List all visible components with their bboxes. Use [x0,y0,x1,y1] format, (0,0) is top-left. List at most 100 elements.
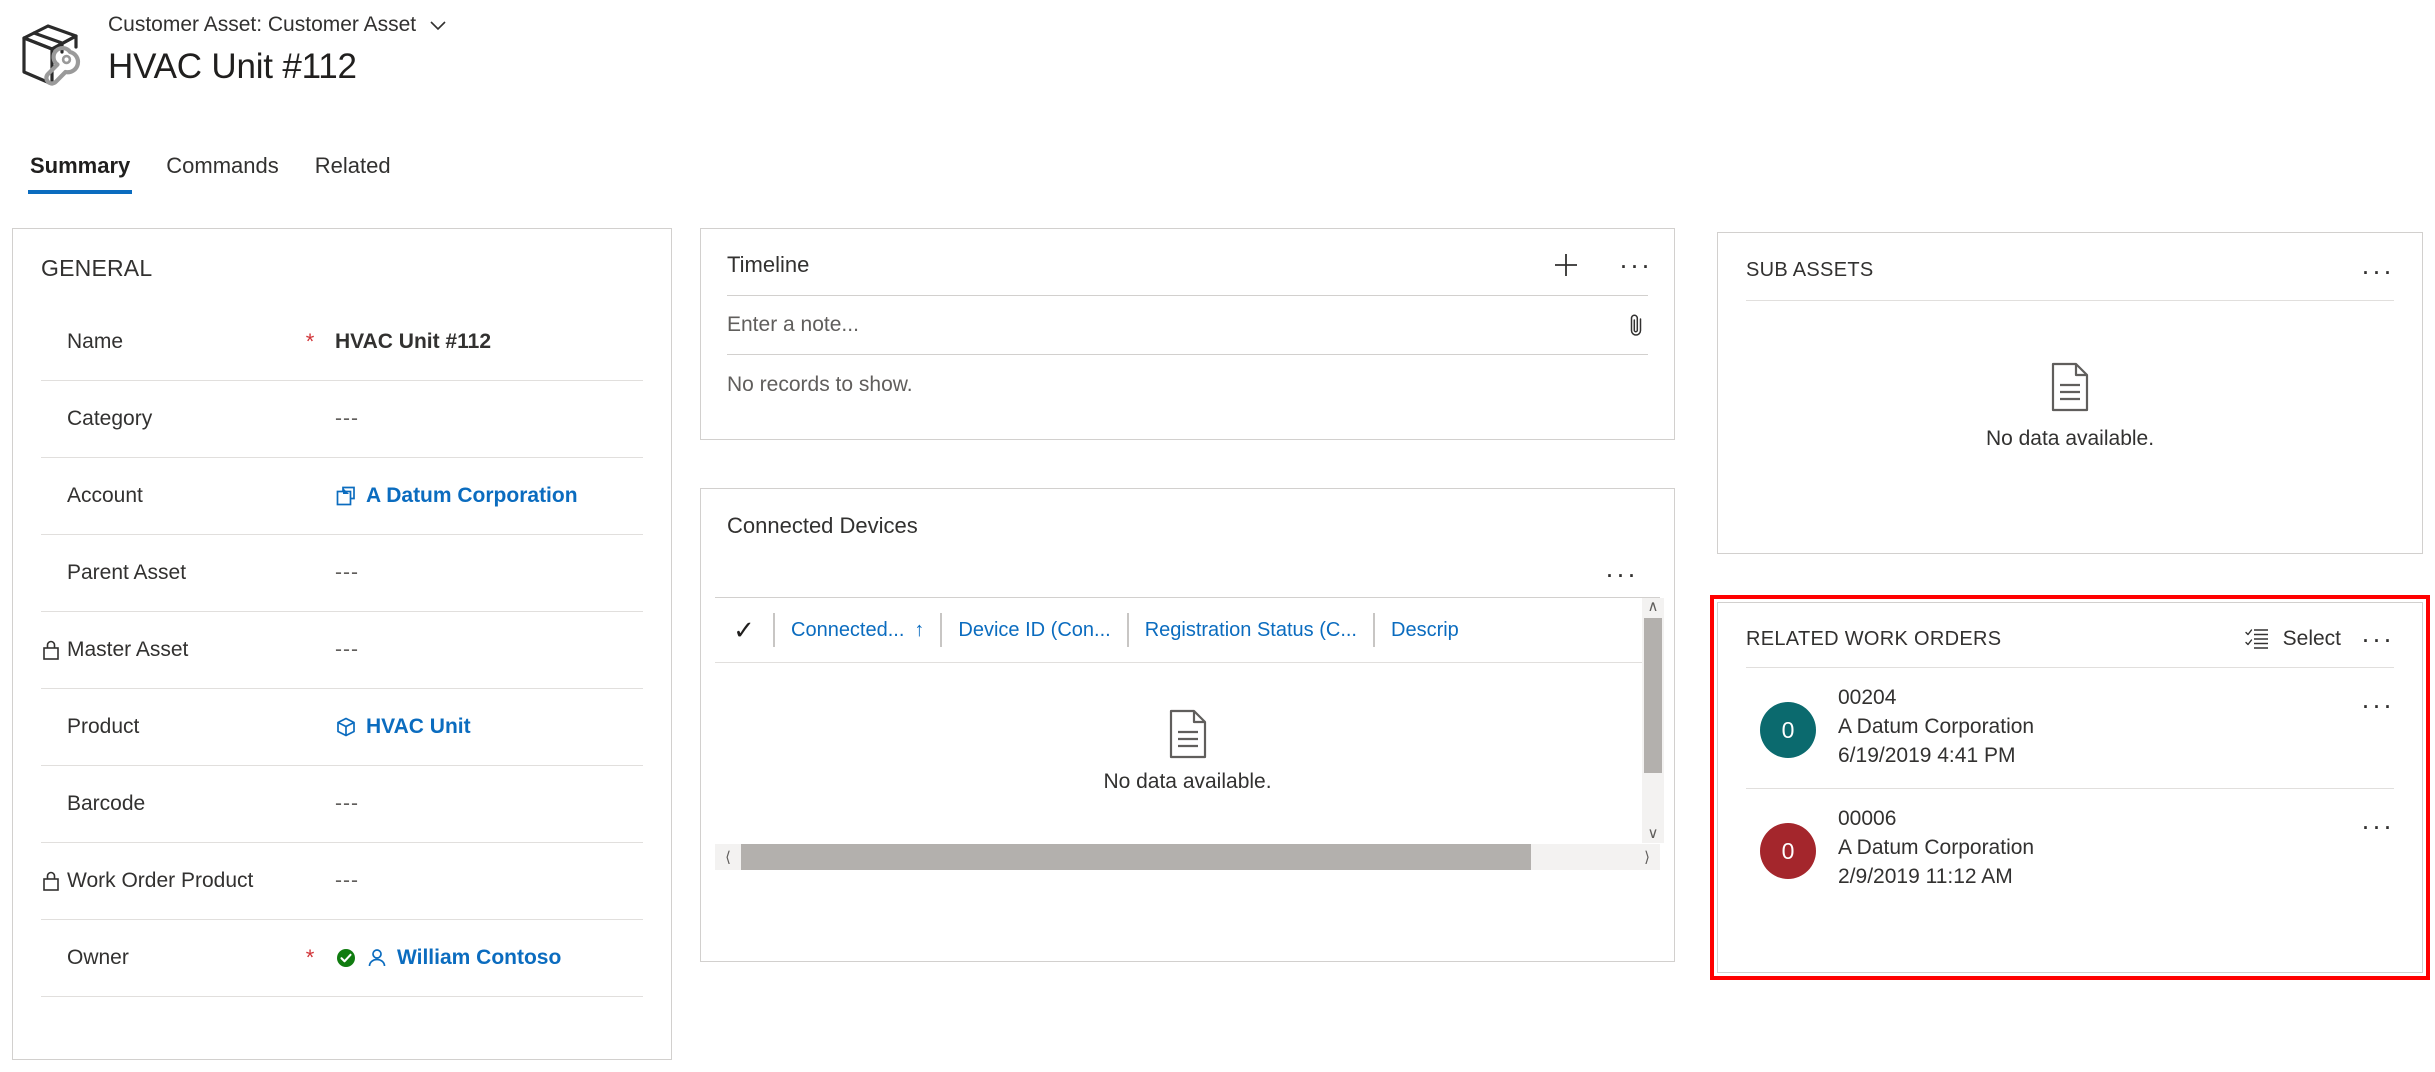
field-value-parent-asset[interactable]: --- [321,561,359,585]
document-empty-icon [1166,708,1210,760]
tab-summary[interactable]: Summary [12,148,148,194]
required-indicator: * [305,329,315,354]
work-order-date: 2/9/2019 11:12 AM [1838,865,2013,888]
lock-icon [41,639,67,661]
work-order-number: 00204 [1838,686,1897,709]
select-list-icon [2244,628,2269,650]
field-label-parent-asset: Parent Asset [67,561,187,584]
field-row-parent-asset[interactable]: Parent Asset --- [41,535,643,612]
related-work-orders-more-icon[interactable]: ··· [2361,626,2394,653]
grid-horizontal-scrollbar[interactable]: ⟨ ⟩ [715,844,1660,870]
field-row-account[interactable]: Account A Datum Corporation [41,458,643,535]
connected-devices-grid: ✓ Connected... ↑ Device ID (Con... Regis… [715,598,1664,844]
connected-devices-title: Connected Devices [727,513,918,538]
person-icon [366,947,388,969]
grid-header-row: ✓ Connected... ↑ Device ID (Con... Regis… [715,598,1660,663]
work-order-date: 6/19/2019 4:41 PM [1838,744,2016,767]
timeline-more-icon[interactable]: ··· [1619,252,1652,279]
connected-devices-header-actions: ··· [701,539,1674,588]
chevron-down-icon[interactable]: ∨ [1648,825,1659,843]
chevron-up-icon[interactable]: ∧ [1648,598,1659,616]
field-row-product[interactable]: Product HVAC Unit [41,689,643,766]
paperclip-icon[interactable] [1624,312,1648,338]
work-order-status-badge: 0 [1760,702,1816,758]
asset-wrench-icon [18,16,96,94]
product-box-icon [335,716,357,738]
column-label: Connected... [791,618,905,641]
connected-devices-more-icon[interactable]: ··· [1605,561,1638,588]
field-label-account: Account [67,484,143,507]
account-entity-icon [335,485,357,507]
work-order-item-more-icon[interactable]: ··· [2361,813,2394,840]
field-row-work-order-product[interactable]: Work Order Product --- [41,843,643,920]
work-order-status-badge: 0 [1760,823,1816,879]
field-label-owner: Owner [67,946,129,969]
sub-assets-header: SUB ASSETS ··· [1718,233,2422,284]
column-header-registration-status[interactable]: Registration Status (C... [1126,613,1373,647]
field-row-owner[interactable]: Owner * William Contoso [41,920,643,997]
scrollbar-thumb-vertical[interactable] [1644,618,1662,773]
timeline-note-row [727,296,1648,355]
related-work-orders-header: RELATED WORK ORDERS Select ··· [1718,603,2422,653]
tab-related[interactable]: Related [297,148,409,194]
account-link[interactable]: A Datum Corporation [366,484,578,508]
scrollbar-thumb-horizontal[interactable] [741,844,1531,870]
field-row-barcode[interactable]: Barcode --- [41,766,643,843]
checkmark-icon[interactable]: ✓ [715,615,773,646]
column-header-connected[interactable]: Connected... ↑ [773,613,940,647]
sort-ascending-icon: ↑ [914,618,925,641]
lock-icon [41,870,67,892]
page-header: Customer Asset: Customer Asset HVAC Unit… [0,0,2435,140]
work-order-list-item[interactable]: 0 00006 A Datum Corporation 2/9/2019 11:… [1746,789,2394,909]
field-label-master-asset: Master Asset [67,638,189,661]
breadcrumb[interactable]: Customer Asset: Customer Asset [108,10,448,40]
sub-assets-empty-text: No data available. [1985,427,2155,450]
chevron-left-icon[interactable]: ⟨ [715,848,741,866]
sub-assets-empty-state: No data available. [1718,301,2422,511]
work-order-account: A Datum Corporation [1838,715,2035,738]
note-input[interactable] [727,313,1624,337]
field-row-category[interactable]: Category --- [41,381,643,458]
column-header-device-id[interactable]: Device ID (Con... [940,613,1126,647]
entity-type-label: Customer Asset: Customer Asset [108,13,417,36]
work-order-account: A Datum Corporation [1838,836,2035,859]
tab-bar: Summary Commands Related [12,148,409,194]
field-row-name[interactable]: Name * HVAC Unit #112 [41,304,643,381]
field-value-owner[interactable]: William Contoso [321,946,561,970]
chevron-right-icon[interactable]: ⟩ [1634,848,1660,866]
timeline-title: Timeline [727,252,810,277]
field-value-account[interactable]: A Datum Corporation [321,484,578,508]
field-label-name: Name [67,330,124,353]
field-label-barcode: Barcode [67,792,146,815]
green-check-icon [335,947,357,969]
header-text-block: Customer Asset: Customer Asset HVAC Unit… [108,10,448,90]
owner-link[interactable]: William Contoso [397,946,561,970]
column-header-description[interactable]: Descrip [1373,613,1475,647]
field-value-product[interactable]: HVAC Unit [321,715,471,739]
field-value-category[interactable]: --- [321,407,359,431]
field-label-product: Product [67,715,140,738]
field-label-work-order-product: Work Order Product [67,869,254,892]
sub-assets-panel: SUB ASSETS ··· No data available. [1717,232,2423,554]
related-work-orders-panel: RELATED WORK ORDERS Select ··· 0 00204 A… [1717,602,2423,973]
document-empty-icon [2048,361,2092,413]
work-order-number: 00006 [1838,807,1897,830]
plus-icon[interactable] [1551,250,1581,280]
timeline-header: Timeline ··· [701,229,1674,281]
product-link[interactable]: HVAC Unit [366,715,471,739]
grid-vertical-scrollbar[interactable]: ∧ ∨ [1642,598,1664,843]
work-order-list-item[interactable]: 0 00204 A Datum Corporation 6/19/2019 4:… [1746,668,2394,789]
chevron-down-icon[interactable] [428,15,448,35]
sub-assets-more-icon[interactable]: ··· [2361,257,2394,284]
work-order-item-more-icon[interactable]: ··· [2361,692,2394,719]
related-work-orders-title: RELATED WORK ORDERS [1746,627,2002,650]
select-button[interactable]: Select [2244,627,2342,651]
connected-devices-empty-state: No data available. [715,663,1660,838]
tab-commands[interactable]: Commands [148,148,296,194]
field-value-name[interactable]: HVAC Unit #112 [321,330,491,354]
select-label: Select [2282,627,2342,650]
field-value-barcode[interactable]: --- [321,792,359,816]
field-row-master-asset[interactable]: Master Asset --- [41,612,643,689]
sub-assets-title: SUB ASSETS [1746,259,1874,281]
timeline-empty-text: No records to show. [727,373,913,396]
